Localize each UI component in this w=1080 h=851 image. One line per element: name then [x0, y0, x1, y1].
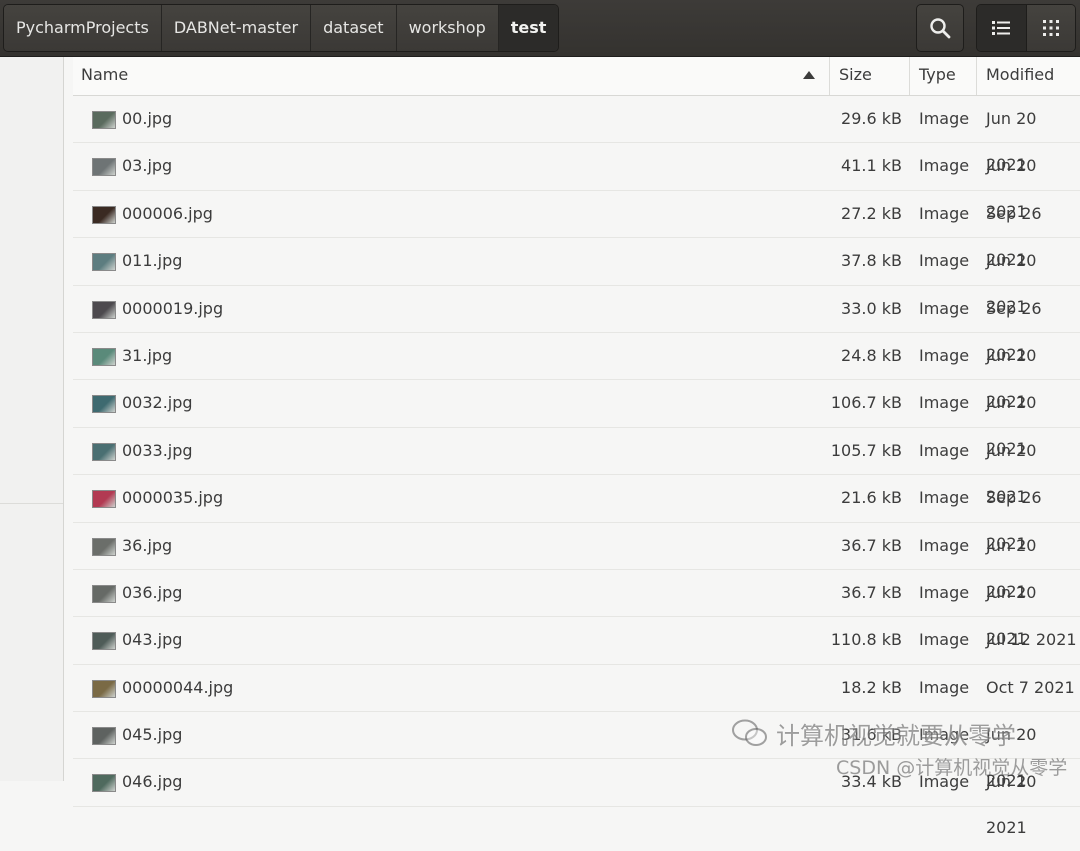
file-row[interactable]: 0033.jpg 105.7 kB Image Jun 20 2021 — [73, 428, 1080, 506]
column-header-type[interactable]: Type — [911, 57, 977, 95]
column-header-name[interactable]: Name — [73, 57, 821, 95]
file-name: 046.jpg — [122, 772, 183, 792]
image-thumbnail-icon — [92, 774, 116, 793]
file-size: 110.8 kB — [830, 630, 902, 650]
file-type: Image — [919, 630, 970, 650]
file-type: Image — [919, 156, 970, 176]
image-thumbnail-icon — [92, 395, 116, 414]
file-type: Image — [919, 345, 970, 365]
file-size: 41.1 kB — [841, 156, 902, 176]
file-type: Image — [919, 251, 970, 271]
image-thumbnail-icon — [92, 584, 116, 603]
breadcrumb: PycharmProjects DABNet-master dataset wo… — [3, 4, 560, 52]
image-thumbnail-icon — [92, 111, 116, 129]
file-type: Image — [919, 203, 970, 223]
file-size: 106.7 kB — [830, 393, 902, 413]
image-thumbnail-icon — [92, 537, 116, 556]
file-size: 105.7 kB — [830, 440, 902, 460]
wechat-icon — [732, 719, 767, 746]
header-bar: PycharmProjects DABNet-master dataset wo… — [0, 0, 1080, 57]
search-icon — [930, 18, 951, 39]
file-name: 0000019.jpg — [122, 298, 224, 318]
file-type: Image — [919, 440, 970, 460]
breadcrumb-item-pycharmprojects[interactable]: PycharmProjects — [4, 5, 162, 51]
file-type: Image — [919, 488, 970, 508]
file-row[interactable]: 0000019.jpg 33.0 kB Image Sep 26 2021 — [73, 286, 1080, 364]
file-type: Image — [919, 582, 970, 602]
column-header-modified[interactable]: Modified — [978, 57, 1080, 95]
file-size: 36.7 kB — [841, 535, 902, 555]
file-row[interactable]: 00000044.jpg 18.2 kB Image Oct 7 2021 — [73, 665, 1080, 713]
file-size: 37.8 kB — [841, 251, 902, 271]
file-name: 00.jpg — [122, 109, 173, 128]
image-thumbnail-icon — [92, 205, 116, 224]
file-name: 045.jpg — [122, 725, 183, 745]
file-name: 00000044.jpg — [122, 677, 234, 697]
image-thumbnail-icon — [92, 158, 116, 177]
image-thumbnail-icon — [92, 679, 116, 698]
sort-ascending-icon — [803, 71, 815, 79]
list-view-icon — [992, 21, 1011, 35]
image-thumbnail-icon — [92, 727, 116, 746]
image-thumbnail-icon — [92, 632, 116, 651]
breadcrumb-item-dabnet-master[interactable]: DABNet-master — [161, 5, 312, 51]
file-row[interactable]: 0000035.jpg 21.6 kB Image Sep 26 2021 — [73, 475, 1080, 553]
file-type: Image — [919, 393, 970, 413]
file-name: 36.jpg — [122, 535, 173, 555]
grid-view-button[interactable] — [1026, 5, 1075, 51]
sidebar — [0, 57, 64, 781]
file-type: Image — [919, 109, 970, 128]
image-thumbnail-icon — [92, 490, 116, 509]
file-list: Name Size Type Modified 00.jpg 29.6 kB Ima… — [73, 57, 1080, 837]
file-type: Image — [919, 677, 970, 697]
image-thumbnail-icon — [92, 253, 116, 272]
file-name: 31.jpg — [122, 345, 173, 365]
file-row[interactable]: 036.jpg 36.7 kB Image Jun 20 2021 — [73, 570, 1080, 648]
breadcrumb-item-dataset[interactable]: dataset — [311, 5, 397, 51]
file-name: 0000035.jpg — [122, 488, 224, 508]
file-size: 36.7 kB — [841, 582, 902, 602]
watermark-source: CSDN @计算机视觉从零学 — [836, 757, 1068, 779]
file-size: 29.6 kB — [841, 109, 902, 128]
file-name: 0033.jpg — [122, 440, 193, 460]
file-name: 043.jpg — [122, 630, 183, 650]
file-name: 03.jpg — [122, 156, 173, 176]
breadcrumb-item-workshop[interactable]: workshop — [396, 5, 499, 51]
file-name: 036.jpg — [122, 582, 183, 602]
file-name: 000006.jpg — [122, 203, 213, 223]
file-row[interactable]: 0032.jpg 106.7 kB Image Jun 20 2021 — [73, 380, 1080, 458]
column-header: Name Size Type Modified — [73, 57, 1080, 96]
file-row[interactable]: 043.jpg 110.8 kB Image Jul 12 2021 — [73, 617, 1080, 665]
file-row[interactable]: 011.jpg 37.8 kB Image Jun 20 2021 — [73, 238, 1080, 316]
file-name: 011.jpg — [122, 251, 183, 271]
file-size: 27.2 kB — [841, 203, 902, 223]
view-switcher — [976, 4, 1076, 52]
grid-view-icon — [1042, 20, 1059, 36]
file-row[interactable]: 00.jpg 29.6 kB Image Jun 20 2021 — [73, 96, 1080, 174]
watermark-title: 计算机视觉就要从零学 — [776, 722, 1016, 750]
file-name: 0032.jpg — [122, 393, 193, 413]
image-thumbnail-icon — [92, 347, 116, 366]
file-type: Image — [919, 298, 970, 318]
sidebar-divider — [0, 503, 63, 504]
breadcrumb-item-test[interactable]: test — [498, 5, 559, 51]
column-header-size[interactable]: Size — [831, 57, 909, 95]
file-size: 24.8 kB — [841, 345, 902, 365]
file-size: 18.2 kB — [841, 677, 902, 697]
file-type: Image — [919, 535, 970, 555]
file-modified: Oct 7 2021 — [986, 677, 1075, 697]
file-size: 33.0 kB — [841, 298, 902, 318]
file-row[interactable]: 03.jpg 41.1 kB Image Jun 20 2021 — [73, 143, 1080, 221]
image-thumbnail-icon — [92, 300, 116, 319]
image-thumbnail-icon — [92, 442, 116, 461]
list-view-button[interactable] — [977, 5, 1027, 51]
file-modified: Jul 12 2021 — [986, 630, 1077, 650]
search-button[interactable] — [916, 4, 964, 52]
file-row[interactable]: 000006.jpg 27.2 kB Image Sep 26 2021 — [73, 191, 1080, 269]
file-row[interactable]: 31.jpg 24.8 kB Image Jun 20 2021 — [73, 333, 1080, 411]
file-row[interactable]: 36.jpg 36.7 kB Image Jun 20 2021 — [73, 523, 1080, 601]
file-size: 21.6 kB — [841, 488, 902, 508]
file-rows: 00.jpg 29.6 kB Image Jun 20 2021 03.jpg 41.1 … — [73, 96, 1080, 837]
